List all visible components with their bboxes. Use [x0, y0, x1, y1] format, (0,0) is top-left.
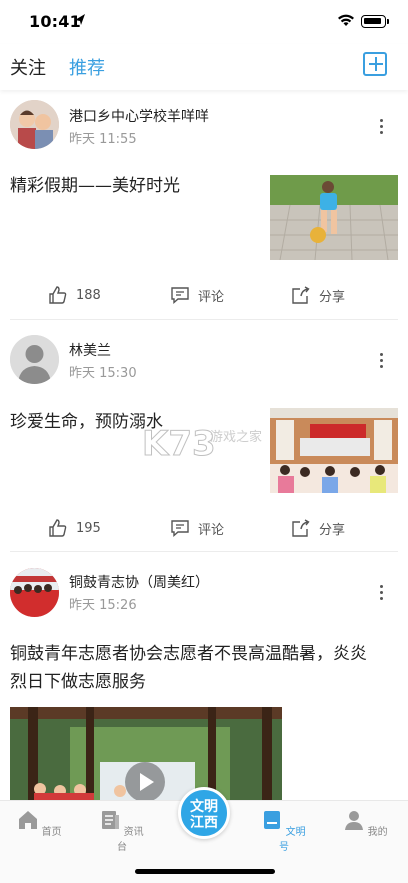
more-icon[interactable]: [380, 353, 384, 371]
user-icon: [345, 811, 364, 830]
nav-wenming-label: 文明号: [279, 827, 306, 853]
post-title-line[interactable]: 烈日下做志愿服务: [10, 668, 146, 696]
nav-mine[interactable]: 我的: [341, 809, 391, 838]
post-time: 昨天 15:30: [69, 366, 137, 381]
wenming-jiangxi-button[interactable]: 文明 江西: [178, 787, 230, 839]
post-thumbnail[interactable]: [270, 408, 398, 493]
center-btn-line1: 文明: [190, 799, 218, 815]
comment-label: 评论: [198, 522, 225, 538]
play-icon[interactable]: [125, 762, 165, 800]
like-button[interactable]: 195: [48, 518, 101, 538]
watermark-text: 游戏之家: [210, 430, 263, 445]
status-bar: 10:41: [0, 0, 408, 44]
more-icon[interactable]: [380, 585, 384, 603]
add-icon[interactable]: [363, 52, 387, 76]
wenming-icon: [264, 811, 281, 829]
like-count: 195: [76, 520, 101, 536]
post-thumbnail[interactable]: [270, 175, 398, 260]
battery-icon: [361, 15, 389, 28]
center-btn-line2: 江西: [190, 815, 218, 831]
share-button[interactable]: 分享: [291, 518, 345, 538]
share-icon: [292, 519, 310, 537]
share-icon: [292, 286, 310, 304]
post-title[interactable]: 珍爱生命，预防溺水: [10, 408, 163, 436]
comment-icon: [171, 520, 189, 538]
avatar[interactable]: [10, 568, 59, 617]
share-label: 分享: [319, 289, 346, 305]
like-count: 188: [76, 287, 101, 303]
nav-wenming[interactable]: 文明号: [259, 809, 309, 853]
like-button[interactable]: 188: [48, 285, 101, 305]
author-name[interactable]: 林美兰: [69, 340, 111, 360]
author-name[interactable]: 铜鼓青志协（周美红）: [69, 572, 209, 592]
post-time: 昨天 11:55: [69, 132, 137, 147]
comment-button[interactable]: 评论: [170, 518, 224, 538]
author-name[interactable]: 港口乡中心学校羊咩咩: [69, 106, 209, 126]
nav-home-label: 首页: [41, 827, 62, 838]
post-card[interactable]: 铜鼓青志协（周美红） 昨天 15:26 铜鼓青年志愿者协会志愿者不畏高温酷暑，炎…: [0, 552, 408, 800]
avatar[interactable]: [10, 100, 59, 149]
post-card[interactable]: 港口乡中心学校羊咩咩 昨天 11:55 精彩假期——美好时光 188 评论 分享: [0, 90, 408, 320]
share-button[interactable]: 分享: [291, 285, 345, 305]
home-icon: [19, 811, 38, 829]
nav-news[interactable]: 资讯台: [97, 809, 147, 853]
nav-mine-label: 我的: [367, 827, 388, 838]
top-nav: 关注 推荐: [0, 44, 408, 90]
post-video[interactable]: [10, 707, 282, 800]
thumbs-up-icon: [49, 519, 67, 537]
comment-icon: [171, 287, 189, 305]
wifi-icon: [338, 14, 354, 26]
tab-recommend[interactable]: 推荐: [69, 54, 105, 80]
post-time: 昨天 15:26: [69, 598, 137, 613]
comment-label: 评论: [198, 289, 225, 305]
post-title-line[interactable]: 铜鼓青年志愿者协会志愿者不畏高温酷暑，炎炎: [10, 640, 367, 668]
nav-news-label: 资讯台: [117, 827, 144, 853]
comment-button[interactable]: 评论: [170, 285, 224, 305]
watermark-logo: K73: [142, 424, 217, 465]
more-icon[interactable]: [380, 119, 384, 137]
share-label: 分享: [319, 522, 346, 538]
nav-home[interactable]: 首页: [15, 809, 65, 838]
location-arrow-icon: [75, 14, 85, 25]
news-icon: [102, 811, 120, 829]
avatar[interactable]: [10, 335, 59, 384]
thumbs-up-icon: [49, 286, 67, 304]
home-indicator: [135, 869, 275, 874]
tab-follow[interactable]: 关注: [10, 54, 46, 80]
post-title[interactable]: 精彩假期——美好时光: [10, 172, 180, 200]
